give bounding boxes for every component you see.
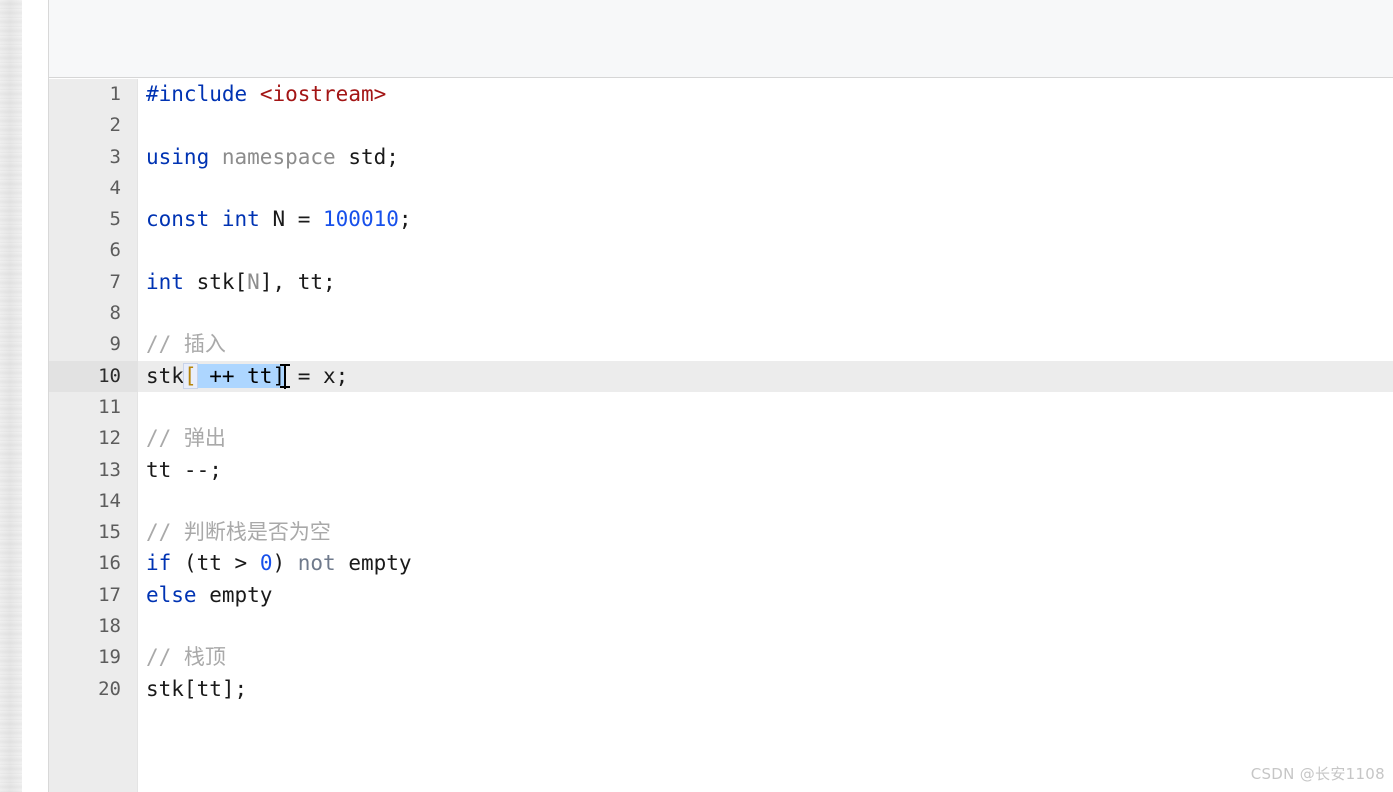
line-content[interactable]: // 弹出 (146, 423, 226, 454)
line-number: 13 (98, 458, 121, 481)
page-background-texture (0, 0, 22, 792)
line-number: 10 (49, 360, 138, 392)
line-number: 15 (98, 521, 121, 544)
code-line-11[interactable]: 11 (49, 392, 1393, 423)
editor-header-bar (49, 0, 1393, 78)
line-content[interactable]: else empty (146, 580, 272, 611)
csdn-watermark: CSDN @长安1108 (1250, 765, 1385, 783)
code-line-1[interactable]: 1 #include <iostream> (49, 79, 1393, 110)
token-keyword-namespace: namespace (221, 144, 336, 169)
code-line-7[interactable]: 7 int stk[N], tt; (49, 267, 1393, 298)
code-line-19[interactable]: 19 // 栈顶 (49, 642, 1393, 673)
token-identifier-stk: stk[ (183, 269, 248, 294)
code-line-15[interactable]: 15 // 判断栈是否为空 (49, 517, 1393, 548)
token-comment: // 插入 (146, 332, 226, 357)
token-paren-close: ) (272, 551, 298, 576)
code-line-2[interactable]: 2 (49, 110, 1393, 141)
line-content[interactable]: stk[ ++ tt] = x; (146, 361, 348, 392)
line-number: 19 (98, 646, 121, 669)
token-identifier-n: N = (259, 207, 324, 232)
code-line-14[interactable]: 14 (49, 486, 1393, 517)
line-number: 17 (98, 583, 121, 606)
token-comment: // 弹出 (146, 426, 226, 451)
line-number: 18 (98, 615, 121, 638)
line-number: 16 (98, 552, 121, 575)
token-number: 0 (259, 551, 273, 576)
line-number: 8 (109, 302, 121, 325)
code-line-5[interactable]: 5 const int N = 100010; (49, 204, 1393, 235)
token-identifier-empty: empty (335, 551, 412, 576)
code-lines[interactable]: 1 #include <iostream> 2 3 using namespac… (49, 79, 1393, 705)
token-bracket-match: [ (182, 362, 198, 389)
line-number: 12 (98, 427, 121, 450)
token-keyword-not: not (297, 551, 336, 576)
line-number: 7 (109, 270, 121, 293)
screenshot-root: 1 #include <iostream> 2 3 using namespac… (0, 0, 1393, 792)
token-rest: ], tt; (259, 269, 336, 294)
line-content[interactable]: stk[tt]; (146, 674, 247, 705)
line-number: 3 (109, 145, 121, 168)
line-content[interactable]: // 判断栈是否为空 (146, 517, 331, 548)
token-identifier-std: std; (348, 144, 399, 169)
code-line-4[interactable]: 4 (49, 173, 1393, 204)
token-identifier-empty: empty (196, 582, 273, 607)
line-number: 9 (109, 333, 121, 356)
line-number: 14 (98, 489, 121, 512)
line-number: 11 (98, 395, 121, 418)
line-number: 1 (109, 83, 121, 105)
token-condition: (tt > (171, 551, 260, 576)
line-number: 4 (109, 176, 121, 199)
line-content[interactable]: int stk[N], tt; (146, 267, 336, 298)
line-content[interactable]: tt --; (146, 455, 222, 486)
token-keyword-const-int: const int (146, 207, 260, 232)
line-content[interactable]: const int N = 100010; (146, 204, 412, 235)
token-header-name: <iostream> (259, 82, 387, 106)
token-keyword-using: using (146, 144, 210, 169)
code-editor-window: 1 #include <iostream> 2 3 using namespac… (48, 0, 1393, 792)
code-line-13[interactable]: 13 tt --; (49, 455, 1393, 486)
code-line-3[interactable]: 3 using namespace std; (49, 142, 1393, 173)
code-line-9[interactable]: 9 // 插入 (49, 329, 1393, 360)
line-number: 5 (109, 208, 121, 231)
line-content[interactable]: #include <iostream> (146, 79, 386, 110)
line-content[interactable]: using namespace std; (146, 142, 399, 173)
token-comment: // 判断栈是否为空 (146, 520, 331, 545)
code-line-17[interactable]: 17 else empty (49, 580, 1393, 611)
code-editor-content[interactable]: 1 #include <iostream> 2 3 using namespac… (49, 79, 1393, 792)
code-line-16[interactable]: 16 if (tt > 0) not empty (49, 548, 1393, 579)
code-line-10[interactable]: 10 stk[ ++ tt] = x; (49, 360, 1393, 392)
token-assignment: = x; (285, 363, 349, 388)
code-line-12[interactable]: 12 // 弹出 (49, 423, 1393, 454)
token-keyword-int: int (146, 269, 184, 294)
code-line-20[interactable]: 20 stk[tt]; (49, 674, 1393, 705)
code-line-18[interactable]: 18 (49, 611, 1393, 642)
token-keyword-if: if (146, 551, 172, 576)
line-number: 6 (109, 239, 121, 262)
token-directive: #include (146, 82, 248, 106)
token-statement: tt --; (146, 457, 222, 482)
line-content[interactable]: // 插入 (146, 329, 226, 360)
token-number: 100010 (323, 207, 399, 232)
token-keyword-else: else (146, 582, 197, 607)
text-selection[interactable]: ++ tt] (196, 363, 286, 388)
token-identifier-stk: stk (146, 363, 184, 388)
token-identifier-n: N (247, 269, 260, 294)
token-comment: // 栈顶 (146, 645, 226, 670)
page-background-margin (22, 0, 48, 792)
code-line-8[interactable]: 8 (49, 298, 1393, 329)
line-number: 2 (109, 114, 121, 137)
token-semicolon: ; (398, 207, 412, 232)
line-number: 20 (98, 677, 121, 700)
line-content[interactable]: // 栈顶 (146, 642, 226, 673)
line-content[interactable]: if (tt > 0) not empty (146, 548, 412, 579)
token-statement: stk[tt]; (146, 676, 248, 701)
code-line-6[interactable]: 6 (49, 235, 1393, 266)
